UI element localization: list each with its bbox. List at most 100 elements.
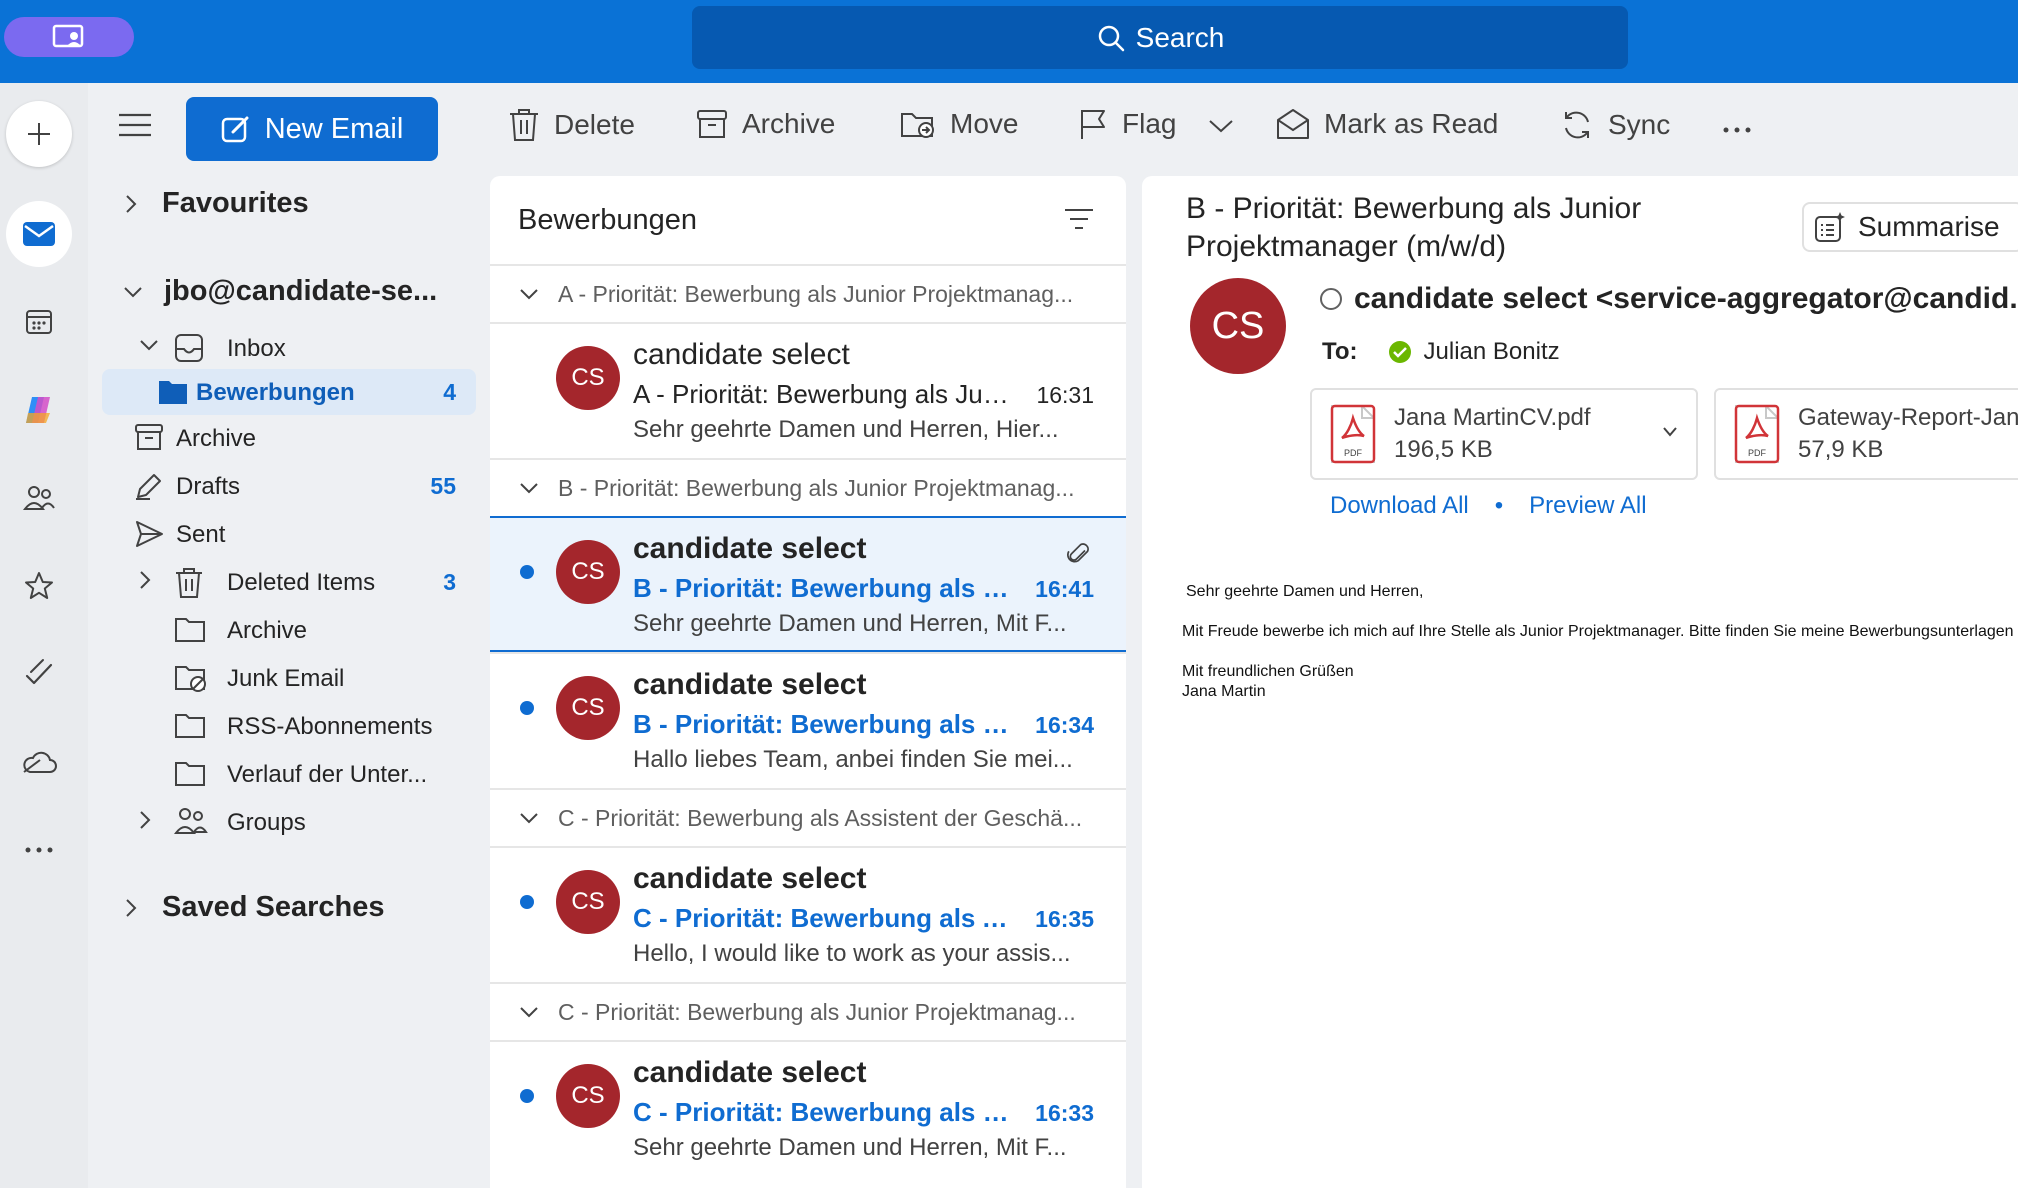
pdf-file-icon: PDF bbox=[1732, 404, 1782, 464]
folder-bewerbungen[interactable]: Bewerbungen 4 bbox=[102, 369, 476, 415]
message-preview: Sehr geehrte Damen und Herren, Hier... bbox=[633, 416, 1059, 443]
folder-sent[interactable]: Sent bbox=[88, 511, 476, 557]
app-launcher-button[interactable] bbox=[4, 17, 134, 57]
folder-junk-email[interactable]: Junk Email bbox=[88, 655, 476, 701]
message-list: Bewerbungen A - Priorität: Bewerbung als… bbox=[490, 176, 1126, 1188]
preview-all-link[interactable]: Preview All bbox=[1529, 492, 1646, 520]
sync-icon bbox=[1560, 108, 1594, 142]
recipient-name[interactable]: Julian Bonitz bbox=[1424, 338, 1560, 366]
attachment-card[interactable]: PDF Jana MartinCV.pdf 196,5 KB bbox=[1310, 388, 1698, 480]
folder-drafts[interactable]: Drafts 55 bbox=[88, 463, 476, 509]
groups-label: Groups bbox=[227, 809, 306, 836]
filter-icon[interactable] bbox=[1064, 208, 1094, 230]
message-preview: Sehr geehrte Damen und Herren, Mit F... bbox=[633, 610, 1067, 637]
message-item[interactable]: CS candidate select A - Priorität: Bewer… bbox=[490, 322, 1126, 458]
message-item[interactable]: CS candidate select C - Priorität: Bewer… bbox=[490, 846, 1126, 982]
folder-rss[interactable]: RSS-Abonnements bbox=[88, 703, 476, 749]
message-preview: Sehr geehrte Damen und Herren, Mit F... bbox=[633, 1134, 1067, 1161]
folder-groups[interactable]: Groups bbox=[88, 799, 476, 845]
archive-button[interactable]: Archive bbox=[696, 108, 835, 140]
email-body: Sehr geehrte Damen und Herren, Mit Freud… bbox=[1182, 582, 2018, 702]
mail-icon[interactable] bbox=[6, 201, 72, 267]
folder-archive-2[interactable]: Archive bbox=[88, 607, 476, 653]
message-preview: Hallo liebes Team, anbei finden Sie mei.… bbox=[633, 746, 1073, 773]
chevron-down-icon bbox=[122, 285, 144, 299]
message-item-selected[interactable]: CS candidate select B - Priorität: Bewer… bbox=[490, 516, 1126, 652]
mark-as-read-button[interactable]: Mark as Read bbox=[1276, 108, 1498, 140]
rss-label: RSS-Abonnements bbox=[227, 713, 433, 740]
attachment-card[interactable]: PDF Gateway-Report-Jana 57,9 KB bbox=[1714, 388, 2018, 480]
favourites-header[interactable]: Favourites bbox=[124, 187, 309, 220]
group-header[interactable]: A - Priorität: Bewerbung als Junior Proj… bbox=[490, 264, 1126, 322]
folder-deleted-items[interactable]: Deleted Items 3 bbox=[88, 559, 476, 605]
sender-name: candidate select bbox=[633, 338, 850, 371]
folder-icon bbox=[174, 615, 206, 643]
calendar-icon[interactable] bbox=[6, 289, 72, 355]
plus-icon[interactable] bbox=[6, 101, 72, 167]
summarise-button[interactable]: Summarise bbox=[1802, 202, 2018, 252]
sender-name: candidate select bbox=[633, 862, 867, 895]
sender-line[interactable]: candidate select <service-aggregator@can… bbox=[1318, 282, 2018, 316]
people-icon[interactable] bbox=[6, 465, 72, 531]
flag-options-chevron-icon[interactable] bbox=[1208, 118, 1234, 134]
star-icon[interactable] bbox=[6, 553, 72, 619]
more-icon[interactable] bbox=[6, 817, 72, 883]
folder-verlauf[interactable]: Verlauf der Unter... bbox=[88, 751, 476, 797]
group-header[interactable]: C - Priorität: Bewerbung als Junior Proj… bbox=[490, 982, 1126, 1040]
chevron-right-icon bbox=[138, 569, 152, 591]
body-closing: Mit freundlichen Grüßen bbox=[1182, 663, 1354, 680]
delete-button[interactable]: Delete bbox=[508, 108, 635, 142]
bewerbungen-count: 4 bbox=[443, 379, 456, 405]
search-box[interactable]: Search bbox=[692, 6, 1628, 69]
copilot-icon[interactable] bbox=[6, 377, 72, 443]
more-actions-icon[interactable] bbox=[1722, 126, 1752, 134]
group-header[interactable]: B - Priorität: Bewerbung als Junior Proj… bbox=[490, 458, 1126, 516]
body-line: Mit Freude bewerbe ich mich auf Ihre Ste… bbox=[1182, 623, 2018, 640]
group-header[interactable]: C - Priorität: Bewerbung als Assistent d… bbox=[490, 788, 1126, 846]
junk-email-label: Junk Email bbox=[227, 665, 345, 692]
verlauf-label: Verlauf der Unter... bbox=[227, 761, 428, 788]
pencil-icon bbox=[134, 471, 164, 501]
saved-searches-header[interactable]: Saved Searches bbox=[124, 891, 384, 924]
saved-searches-label: Saved Searches bbox=[162, 891, 385, 923]
sync-button[interactable]: Sync bbox=[1560, 108, 1670, 142]
chevron-down-icon bbox=[518, 811, 540, 825]
folder-icon bbox=[174, 759, 206, 787]
recipient-line: To: Julian Bonitz bbox=[1322, 338, 1560, 366]
archive-2-label: Archive bbox=[227, 617, 308, 644]
todo-icon[interactable] bbox=[6, 641, 72, 707]
account-label: jbo@candidate-se... bbox=[164, 275, 438, 307]
link-separator: • bbox=[1494, 492, 1504, 519]
new-email-button[interactable]: New Email bbox=[186, 97, 438, 161]
groups-icon bbox=[174, 807, 208, 835]
body-signature: Jana Martin bbox=[1182, 683, 1266, 700]
cloud-icon[interactable] bbox=[6, 729, 72, 795]
message-item[interactable]: CS candidate select B - Priorität: Bewer… bbox=[490, 652, 1126, 788]
search-label: Search bbox=[1135, 21, 1225, 53]
account-header[interactable]: jbo@candidate-se... bbox=[122, 275, 437, 308]
chevron-down-icon[interactable] bbox=[1662, 426, 1678, 438]
folder-filled-icon bbox=[158, 377, 188, 405]
to-label: To: bbox=[1322, 338, 1358, 365]
pdf-badge: PDF bbox=[1344, 448, 1363, 458]
folder-archive[interactable]: Archive bbox=[88, 415, 476, 461]
hamburger-menu-icon[interactable] bbox=[118, 112, 152, 138]
message-item[interactable]: CS candidate select C - Priorität: Bewer… bbox=[490, 1040, 1126, 1176]
download-all-link[interactable]: Download All bbox=[1330, 492, 1469, 520]
send-icon bbox=[134, 519, 164, 549]
unread-dot bbox=[520, 895, 534, 909]
group-label: C - Priorität: Bewerbung als Junior Proj… bbox=[558, 998, 1076, 1025]
folder-inbox[interactable]: Inbox bbox=[88, 325, 476, 371]
app-rail bbox=[0, 83, 88, 1188]
delete-label: Delete bbox=[554, 109, 635, 140]
flag-icon bbox=[1078, 108, 1108, 140]
attachment-name: Jana MartinCV.pdf bbox=[1394, 404, 1591, 431]
move-button[interactable]: Move bbox=[900, 108, 1018, 140]
unread-dot bbox=[520, 565, 534, 579]
junk-folder-icon bbox=[174, 663, 208, 693]
flag-button[interactable]: Flag bbox=[1078, 108, 1176, 140]
sent-label: Sent bbox=[176, 521, 226, 548]
chevron-right-icon bbox=[124, 897, 138, 919]
attachment-size: 57,9 KB bbox=[1798, 436, 1884, 463]
message-time: 16:31 bbox=[1036, 382, 1094, 408]
